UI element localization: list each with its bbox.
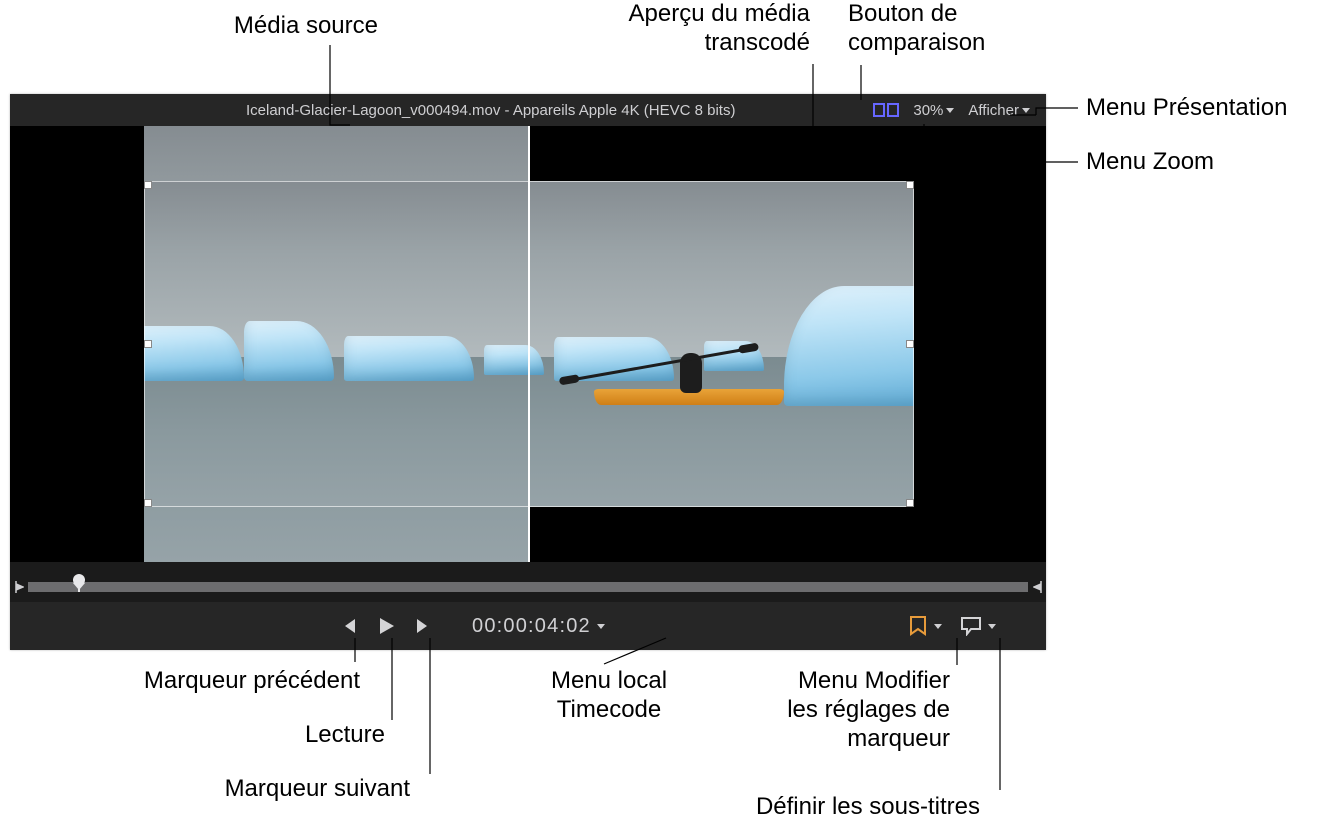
timecode-value: 00:00:04:02 [472,615,591,638]
scrub-track[interactable] [28,582,1028,592]
iceberg [144,326,244,381]
callout-define-captions: Définir les sous-titres [680,793,980,822]
timecode-menu[interactable]: 00:00:04:02 [472,615,605,638]
clip-title: Iceland-Glacier-Lagoon_v000494.mov - App… [246,102,735,119]
edit-marker-menu[interactable] [908,615,928,637]
in-point-icon[interactable] [14,579,24,595]
chevron-down-icon [1022,108,1030,113]
video-preview-area[interactable] [10,126,1046,562]
callout-media-source: Média source [68,12,378,41]
callout-next-marker: Marqueur suivant [150,775,410,804]
callout-presentation-menu: Menu Présentation [1086,94,1287,123]
viewer-topbar: Iceland-Glacier-Lagoon_v000494.mov - App… [10,94,1046,126]
set-captions-menu[interactable] [960,616,982,636]
chevron-down-icon [597,624,605,629]
callout-play: Lecture [185,721,385,750]
zoom-menu[interactable]: 30% [911,102,956,119]
chevron-down-icon [934,624,942,629]
timeline[interactable] [10,572,1046,602]
play-button[interactable] [376,616,396,636]
iceberg [484,345,544,375]
iceberg [344,336,474,381]
zoom-value: 30% [913,102,943,119]
callout-transcoded-preview: Aperçu du média transcodé [520,0,810,58]
chevron-down-icon [988,624,996,629]
next-marker-button[interactable] [414,617,432,635]
display-menu[interactable]: Afficher [966,102,1032,119]
transcoded-media-pane [144,181,914,507]
callout-prev-marker: Marqueur précédent [60,667,360,696]
previous-marker-button[interactable] [340,617,358,635]
callout-zoom-menu: Menu Zoom [1086,148,1214,177]
callout-compare-button: Bouton de comparaison [848,0,1048,58]
display-menu-label: Afficher [968,102,1019,119]
callout-timecode-menu: Menu local Timecode [519,667,699,725]
marker-and-caption-group [908,615,996,637]
compare-button[interactable] [871,98,901,122]
transport-controls: 00:00:04:02 [10,602,1046,650]
playback-group [340,616,432,636]
playhead[interactable] [73,574,85,586]
preview-window: Iceland-Glacier-Lagoon_v000494.mov - App… [10,94,1046,650]
chevron-down-icon [946,108,954,113]
preview-canvas [144,126,914,562]
out-point-icon[interactable] [1032,579,1042,595]
callout-edit-marker: Menu Modifier les réglages de marqueur [740,667,950,753]
